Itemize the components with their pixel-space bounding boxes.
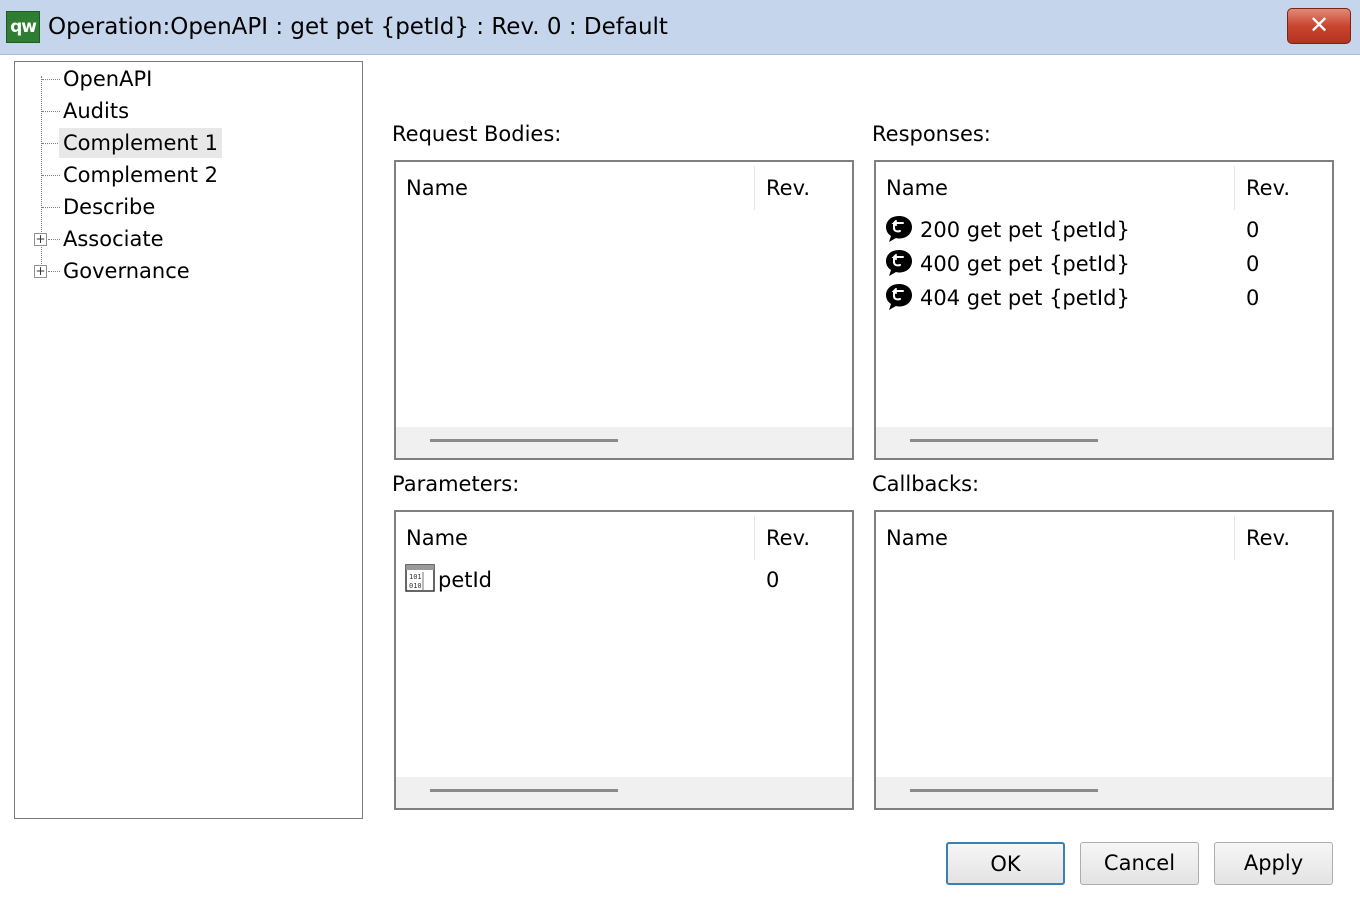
scrollbar-thumb[interactable]: [430, 439, 618, 442]
response-speech-icon: [886, 284, 912, 310]
tree-connector: [42, 143, 60, 144]
tree-item-describe[interactable]: Describe: [63, 192, 155, 222]
column-header-rev[interactable]: Rev.: [1246, 524, 1290, 552]
parameter-rev: 0: [766, 568, 780, 592]
tree-connector: [42, 175, 60, 176]
scrollbar-thumb[interactable]: [910, 789, 1098, 792]
response-rev: 0: [1246, 252, 1260, 276]
scrollbar-thumb[interactable]: [910, 439, 1098, 442]
column-header-rev[interactable]: Rev.: [766, 174, 810, 202]
column-header-name[interactable]: Name: [406, 524, 468, 552]
tree-connector: [42, 111, 60, 112]
column-header-rev[interactable]: Rev.: [766, 524, 810, 552]
tree-item-governance[interactable]: Governance: [63, 256, 190, 286]
tree-item-complement-1[interactable]: Complement 1: [59, 128, 223, 158]
column-header-name[interactable]: Name: [886, 174, 948, 202]
apply-button[interactable]: Apply: [1214, 842, 1333, 885]
expand-governance-icon[interactable]: +: [34, 265, 47, 278]
parameter-name: petId: [438, 568, 493, 592]
ok-button[interactable]: OK: [946, 842, 1065, 885]
response-name: 404 get pet {petId}: [920, 286, 1130, 310]
horizontal-scrollbar[interactable]: [876, 427, 1332, 458]
response-rev: 0: [1246, 286, 1260, 310]
column-header-name[interactable]: Name: [886, 524, 948, 552]
title-bar: qw Operation:OpenAPI : get pet {petId} :…: [0, 0, 1360, 55]
callbacks-label: Callbacks:: [872, 472, 980, 496]
tree-item-complement-2[interactable]: Complement 2: [63, 160, 218, 190]
horizontal-scrollbar[interactable]: [396, 427, 852, 458]
tree-connector: [42, 207, 60, 208]
column-header-name[interactable]: Name: [406, 174, 468, 202]
parameters-label: Parameters:: [392, 472, 520, 496]
column-divider[interactable]: [1234, 166, 1235, 210]
responses-list[interactable]: Name Rev. 200 get pet {petId} 0 400 get …: [874, 160, 1334, 460]
tree-item-openapi[interactable]: OpenAPI: [63, 64, 152, 94]
request-bodies-list[interactable]: Name Rev.: [394, 160, 854, 460]
column-header-rev[interactable]: Rev.: [1246, 174, 1290, 202]
response-speech-icon: [886, 250, 912, 276]
expand-associate-icon[interactable]: +: [34, 233, 47, 246]
response-name: 200 get pet {petId}: [920, 218, 1130, 242]
tree-item-associate[interactable]: Associate: [63, 224, 164, 254]
window-title: Operation:OpenAPI : get pet {petId} : Re…: [48, 14, 668, 40]
callbacks-list[interactable]: Name Rev.: [874, 510, 1334, 810]
svg-text:010: 010: [409, 582, 422, 590]
tree-connector: [48, 239, 60, 240]
column-divider[interactable]: [754, 166, 755, 210]
tree-item-audits[interactable]: Audits: [63, 96, 129, 126]
horizontal-scrollbar[interactable]: [876, 777, 1332, 808]
svg-text:101: 101: [409, 573, 422, 581]
column-divider[interactable]: [754, 516, 755, 560]
response-speech-icon: [886, 216, 912, 242]
scrollbar-thumb[interactable]: [430, 789, 618, 792]
cancel-button[interactable]: Cancel: [1080, 842, 1199, 885]
response-rev: 0: [1246, 218, 1260, 242]
tree-connector: [42, 79, 60, 80]
navigation-tree: OpenAPI Audits Complement 1 Complement 2…: [14, 61, 363, 819]
horizontal-scrollbar[interactable]: [396, 777, 852, 808]
column-divider[interactable]: [1234, 516, 1235, 560]
close-button[interactable]: ✕: [1287, 8, 1351, 44]
request-bodies-label: Request Bodies:: [392, 122, 562, 146]
parameters-list[interactable]: Name Rev. 101 010 petId 0: [394, 510, 854, 810]
tree-connector: [48, 271, 60, 272]
responses-label: Responses:: [872, 122, 991, 146]
response-name: 400 get pet {petId}: [920, 252, 1130, 276]
app-logo-icon: qw: [6, 11, 40, 43]
binary-parameter-icon: 101 010: [405, 564, 435, 592]
